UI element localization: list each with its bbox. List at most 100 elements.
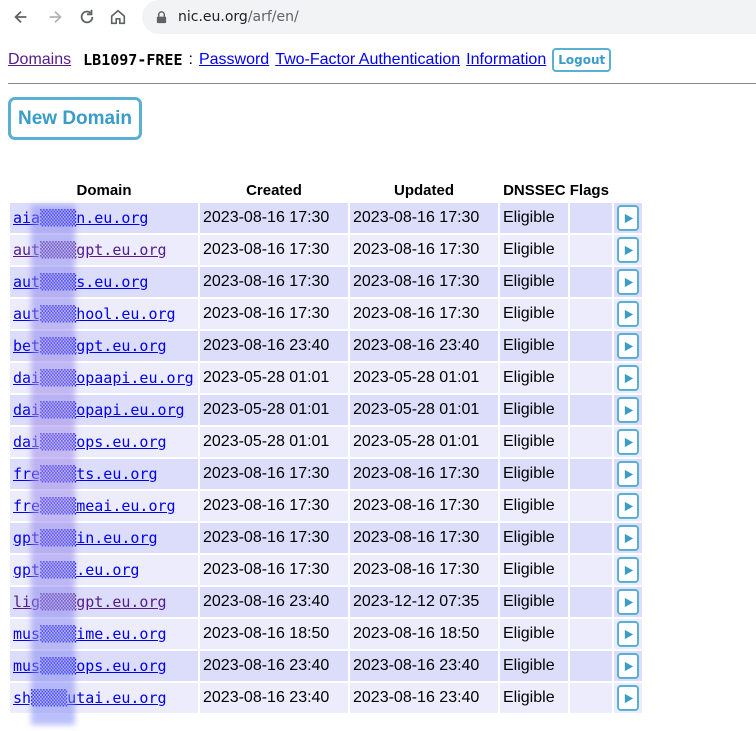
account-handle: LB1097-FREE: [83, 51, 183, 69]
dnssec-cell: Eligible: [500, 555, 568, 585]
divider: [8, 83, 756, 84]
two-factor-link[interactable]: Two-Factor Authentication: [275, 51, 460, 69]
domain-link[interactable]: mus▒▒▒▒ime.eu.org: [13, 625, 167, 643]
domain-link[interactable]: aia▒▒▒▒n.eu.org: [13, 209, 148, 227]
dnssec-cell: Eligible: [500, 235, 568, 265]
created-cell: 2023-08-16 17:30: [200, 459, 348, 489]
created-cell: 2023-05-28 01:01: [200, 427, 348, 457]
dnssec-cell: Eligible: [500, 203, 568, 233]
updated-cell: 2023-08-16 17:30: [350, 459, 498, 489]
table-row: sh▒▒▒▒utai.eu.org 2023-08-16 23:40 2023-08…: [10, 683, 642, 713]
flags-cell: [570, 331, 612, 361]
domains-link[interactable]: Domains: [8, 51, 71, 69]
dnssec-cell: Eligible: [500, 299, 568, 329]
domain-link[interactable]: aut▒▒▒▒hool.eu.org: [13, 305, 176, 323]
action-cell: [614, 683, 642, 713]
domain-link[interactable]: aut▒▒▒▒s.eu.org: [13, 273, 148, 291]
flags-cell: [570, 267, 612, 297]
new-domain-button[interactable]: New Domain: [8, 97, 142, 140]
table-row: fre▒▒▒▒meai.eu.org 2023-08-16 17:30 2023-0…: [10, 491, 642, 521]
domain-cell: aut▒▒▒▒gpt.eu.org: [10, 235, 198, 265]
play-icon[interactable]: [617, 685, 639, 711]
reload-icon[interactable]: [76, 6, 98, 28]
action-cell: [614, 523, 642, 553]
domain-cell: aia▒▒▒▒n.eu.org: [10, 203, 198, 233]
play-icon[interactable]: [617, 621, 639, 647]
play-icon[interactable]: [617, 525, 639, 551]
domain-link[interactable]: gpt▒▒▒▒.eu.org: [13, 561, 139, 579]
domain-cell: mus▒▒▒▒ime.eu.org: [10, 619, 198, 649]
play-icon[interactable]: [617, 589, 639, 615]
dnssec-cell: Eligible: [500, 587, 568, 617]
updated-cell: 2023-12-12 07:35: [350, 587, 498, 617]
back-arrow-icon[interactable]: [10, 6, 32, 28]
play-icon[interactable]: [617, 653, 639, 679]
dnssec-cell: Eligible: [500, 491, 568, 521]
domain-link[interactable]: fre▒▒▒▒ts.eu.org: [13, 465, 158, 483]
play-icon[interactable]: [617, 493, 639, 519]
action-cell: [614, 427, 642, 457]
action-cell: [614, 459, 642, 489]
table-row: dai▒▒▒▒ops.eu.org 2023-05-28 01:01 2023-05…: [10, 427, 642, 457]
created-cell: 2023-08-16 23:40: [200, 683, 348, 713]
dnssec-cell: Eligible: [500, 651, 568, 681]
site-info-icon[interactable]: [154, 10, 168, 24]
action-cell: [614, 235, 642, 265]
flags-cell: [570, 395, 612, 425]
domain-link[interactable]: sh▒▒▒▒utai.eu.org: [13, 689, 167, 707]
play-icon[interactable]: [617, 461, 639, 487]
updated-cell: 2023-08-16 17:30: [350, 555, 498, 585]
created-cell: 2023-08-16 23:40: [200, 587, 348, 617]
play-icon[interactable]: [617, 333, 639, 359]
domain-link[interactable]: lig▒▒▒▒gpt.eu.org: [13, 593, 167, 611]
domain-cell: dai▒▒▒▒opaapi.eu.org: [10, 363, 198, 393]
logout-button[interactable]: Logout: [552, 48, 612, 72]
created-cell: 2023-05-28 01:01: [200, 363, 348, 393]
table-row: aut▒▒▒▒s.eu.org 2023-08-16 17:30 2023-08-1…: [10, 267, 642, 297]
domain-link[interactable]: gpt▒▒▒▒in.eu.org: [13, 529, 158, 547]
created-cell: 2023-08-16 17:30: [200, 523, 348, 553]
table-row: mus▒▒▒▒ops.eu.org 2023-08-16 23:40 2023-08…: [10, 651, 642, 681]
domain-cell: sh▒▒▒▒utai.eu.org: [10, 683, 198, 713]
created-cell: 2023-08-16 23:40: [200, 651, 348, 681]
nav-separator: :: [188, 51, 193, 68]
updated-cell: 2023-05-28 01:01: [350, 395, 498, 425]
domain-link[interactable]: aut▒▒▒▒gpt.eu.org: [13, 241, 167, 259]
domain-link[interactable]: fre▒▒▒▒meai.eu.org: [13, 497, 176, 515]
created-cell: 2023-08-16 17:30: [200, 299, 348, 329]
information-link[interactable]: Information: [466, 51, 546, 69]
play-icon[interactable]: [617, 557, 639, 583]
flags-cell: [570, 235, 612, 265]
play-icon[interactable]: [617, 205, 639, 231]
play-icon[interactable]: [617, 429, 639, 455]
domain-link[interactable]: dai▒▒▒▒ops.eu.org: [13, 433, 167, 451]
address-bar[interactable]: nic.eu.org/arf/en/: [142, 0, 756, 34]
play-icon[interactable]: [617, 269, 639, 295]
dnssec-cell: Eligible: [500, 427, 568, 457]
domain-link[interactable]: dai▒▒▒▒opaapi.eu.org: [13, 369, 194, 387]
domain-link[interactable]: bet▒▒▒▒gpt.eu.org: [13, 337, 167, 355]
domain-cell: dai▒▒▒▒ops.eu.org: [10, 427, 198, 457]
home-icon[interactable]: [107, 6, 129, 28]
flags-cell: [570, 683, 612, 713]
header-domain: Domain: [76, 181, 132, 199]
dnssec-cell: Eligible: [500, 395, 568, 425]
updated-cell: 2023-05-28 01:01: [350, 427, 498, 457]
password-link[interactable]: Password: [199, 51, 269, 69]
domain-link[interactable]: mus▒▒▒▒ops.eu.org: [13, 657, 167, 675]
updated-cell: 2023-08-16 23:40: [350, 331, 498, 361]
header-dnssec-flags: DNSSEC Flags: [503, 181, 609, 199]
play-icon[interactable]: [617, 301, 639, 327]
updated-cell: 2023-08-16 18:50: [350, 619, 498, 649]
updated-cell: 2023-08-16 23:40: [350, 683, 498, 713]
domain-cell: bet▒▒▒▒gpt.eu.org: [10, 331, 198, 361]
created-cell: 2023-08-16 17:30: [200, 203, 348, 233]
play-icon[interactable]: [617, 397, 639, 423]
play-icon[interactable]: [617, 365, 639, 391]
created-cell: 2023-08-16 23:40: [200, 331, 348, 361]
action-cell: [614, 299, 642, 329]
domain-cell: dai▒▒▒▒opapi.eu.org: [10, 395, 198, 425]
forward-arrow-icon[interactable]: [44, 6, 66, 28]
domain-link[interactable]: dai▒▒▒▒opapi.eu.org: [13, 401, 185, 419]
play-icon[interactable]: [617, 237, 639, 263]
